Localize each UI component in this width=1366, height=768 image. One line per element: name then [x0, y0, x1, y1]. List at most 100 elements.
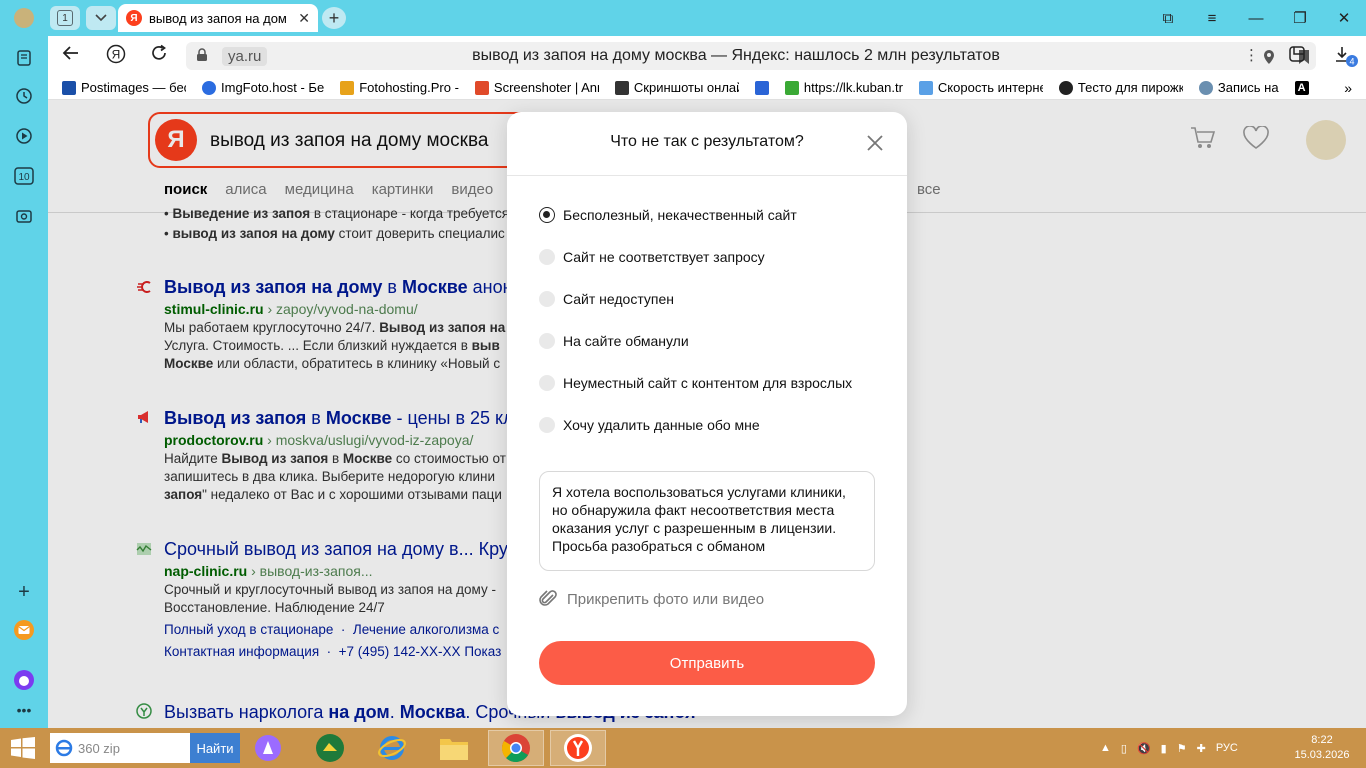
svg-text:10: 10: [18, 172, 30, 183]
volume-muted-icon[interactable]: 🔇: [1137, 742, 1151, 755]
radio-button[interactable]: [539, 249, 555, 265]
green-app-taskbar-icon[interactable]: [302, 730, 358, 766]
bookmark-manager-icon[interactable]: ⧉: [1146, 10, 1190, 27]
bookmark-item[interactable]: Screenshoter | Ann: [474, 80, 599, 95]
bookmark-item[interactable]: Скриншоты онлай: [614, 80, 739, 95]
taskbar-search-input[interactable]: 360 zip: [50, 733, 190, 763]
dough-recipe-icon: [1058, 80, 1073, 95]
screenshots-online-icon: [614, 80, 629, 95]
reason-option-fraud[interactable]: На сайте обманули: [539, 333, 689, 349]
url-field[interactable]: ya.ru вывод из запоя на дому москва — Ян…: [186, 42, 1316, 70]
tab-active[interactable]: Я вывод из запоя на дом ✕: [118, 4, 318, 32]
mail-icon[interactable]: [12, 618, 36, 642]
reason-option-adult[interactable]: Неуместный сайт с контентом для взрослых: [539, 375, 852, 391]
profile-icon[interactable]: [14, 8, 34, 28]
vk-icon: [754, 80, 769, 95]
tray-app-icon[interactable]: ✚: [1197, 742, 1206, 755]
location-pin-icon[interactable]: [1262, 49, 1276, 69]
chevron-down-icon[interactable]: [86, 6, 116, 30]
screenshot-icon[interactable]: [12, 204, 36, 228]
alice-taskbar-icon[interactable]: [240, 730, 296, 766]
bookmarks-overflow-icon[interactable]: »: [1344, 80, 1352, 96]
bookmark-item[interactable]: Postimages — бес: [62, 80, 186, 95]
tab-title: вывод из запоя на дом: [149, 10, 287, 26]
divider: [507, 175, 907, 176]
internet-explorer-taskbar-icon[interactable]: [364, 730, 420, 766]
more-icon[interactable]: •••: [12, 698, 36, 722]
reason-option-unavailable[interactable]: Сайт недоступен: [539, 291, 674, 307]
reason-option-delete-data[interactable]: Хочу удалить данные обо мне: [539, 417, 760, 433]
downloads-icon[interactable]: 4: [1334, 45, 1358, 71]
bookmark-item[interactable]: A: [1294, 80, 1309, 95]
close-icon[interactable]: [865, 133, 885, 153]
system-clock[interactable]: 8:22 15.03.2026: [1290, 733, 1354, 763]
collections-icon[interactable]: [12, 46, 36, 70]
reload-icon[interactable]: [150, 44, 168, 67]
radio-button[interactable]: [539, 207, 555, 223]
bookmark-item[interactable]: Запись на: [1198, 80, 1279, 95]
yandex-favicon-icon: Я: [126, 10, 142, 26]
radio-button[interactable]: [539, 291, 555, 307]
paperclip-icon: [539, 590, 557, 606]
bookmark-item[interactable]: Тесто для пирожк: [1058, 80, 1183, 95]
tab-counter-button[interactable]: 1: [50, 6, 80, 30]
minimize-button[interactable]: —: [1234, 10, 1278, 27]
chrome-taskbar-icon[interactable]: [488, 730, 544, 766]
new-tab-button[interactable]: +: [322, 7, 346, 29]
taskbar-find-button[interactable]: Найти: [190, 733, 240, 763]
tray-device-icon[interactable]: ▯: [1121, 742, 1127, 755]
screenshoter-icon: [474, 80, 489, 95]
clock-date: 15.03.2026: [1294, 749, 1350, 761]
back-arrow-icon[interactable]: [62, 44, 80, 67]
radio-button[interactable]: [539, 333, 555, 349]
bookmark-item[interactable]: [754, 80, 769, 95]
lock-icon: [197, 48, 207, 61]
reason-option-useless[interactable]: Бесполезный, некачественный сайт: [539, 207, 797, 223]
address-bar: Я ya.ru вывод из запоя на дому москва — …: [48, 36, 1366, 76]
ie-search-icon: [55, 739, 73, 757]
url-page-title: вывод из запоя на дому москва — Яндекс: …: [472, 47, 1000, 64]
tray-arrow-icon[interactable]: ▲: [1100, 742, 1111, 754]
video-play-icon[interactable]: [12, 124, 36, 148]
radio-button[interactable]: [539, 417, 555, 433]
windows-start-icon[interactable]: [10, 737, 36, 759]
browser-titlebar: 1 Я вывод из запоя на дом ✕ + ⧉ ≡ — ❐ ✕: [0, 0, 1366, 36]
tab-count: 1: [57, 10, 73, 26]
submit-button[interactable]: Отправить: [539, 641, 875, 685]
extensions-icon[interactable]: [1288, 45, 1306, 67]
file-explorer-taskbar-icon[interactable]: [426, 730, 482, 766]
appointment-icon: [1198, 80, 1213, 95]
reason-option-irrelevant[interactable]: Сайт не соответствует запросу: [539, 249, 765, 265]
ten-icon[interactable]: 10: [12, 164, 36, 188]
yandex-browser-taskbar-icon[interactable]: [550, 730, 606, 766]
kuban-icon: [784, 80, 799, 95]
letter-a-icon: A: [1294, 80, 1309, 95]
fotohosting-icon: [340, 80, 355, 95]
history-icon[interactable]: [12, 84, 36, 108]
menu-icon[interactable]: ≡: [1190, 10, 1234, 27]
restore-button[interactable]: ❐: [1278, 9, 1322, 27]
yandex-home-icon[interactable]: Я: [106, 44, 126, 69]
downloads-badge: 4: [1349, 57, 1354, 67]
bookmark-item[interactable]: Скорость интерне: [918, 80, 1043, 95]
imgfoto-icon: [202, 80, 216, 95]
network-signal-icon[interactable]: ▮: [1161, 742, 1167, 755]
close-tab-icon[interactable]: ✕: [298, 10, 310, 27]
radio-button[interactable]: [539, 375, 555, 391]
svg-text:Я: Я: [112, 48, 121, 62]
attach-media-button[interactable]: Прикрепить фото или видео: [539, 589, 764, 609]
feedback-dialog: Что не так с результатом? Бесполезный, н…: [507, 112, 907, 716]
speedtest-icon: [918, 80, 933, 95]
flag-icon[interactable]: ⚑: [1177, 742, 1187, 755]
add-panel-icon[interactable]: +: [12, 580, 36, 604]
bookmarks-bar: Postimages — бес ImgFoto.host - Бе Fotoh…: [48, 76, 1366, 100]
bookmark-item[interactable]: ImgFoto.host - Бе: [202, 80, 324, 95]
window-close-button[interactable]: ✕: [1322, 9, 1366, 27]
bookmark-item[interactable]: Fotohosting.Pro -: [340, 80, 459, 95]
alice-icon[interactable]: [12, 668, 36, 692]
windows-taskbar: 360 zip Найти ▲ ▯ 🔇 ▮ ⚑ ✚ РУС 8:22 15.03…: [0, 728, 1366, 768]
bookmark-item[interactable]: https://lk.kuban.tr: [784, 80, 903, 95]
keyboard-language[interactable]: РУС: [1216, 742, 1238, 754]
comment-textarea[interactable]: Я хотела воспользоваться услугами клиник…: [539, 471, 875, 571]
more-vertical-icon[interactable]: ⋮: [1244, 46, 1259, 64]
